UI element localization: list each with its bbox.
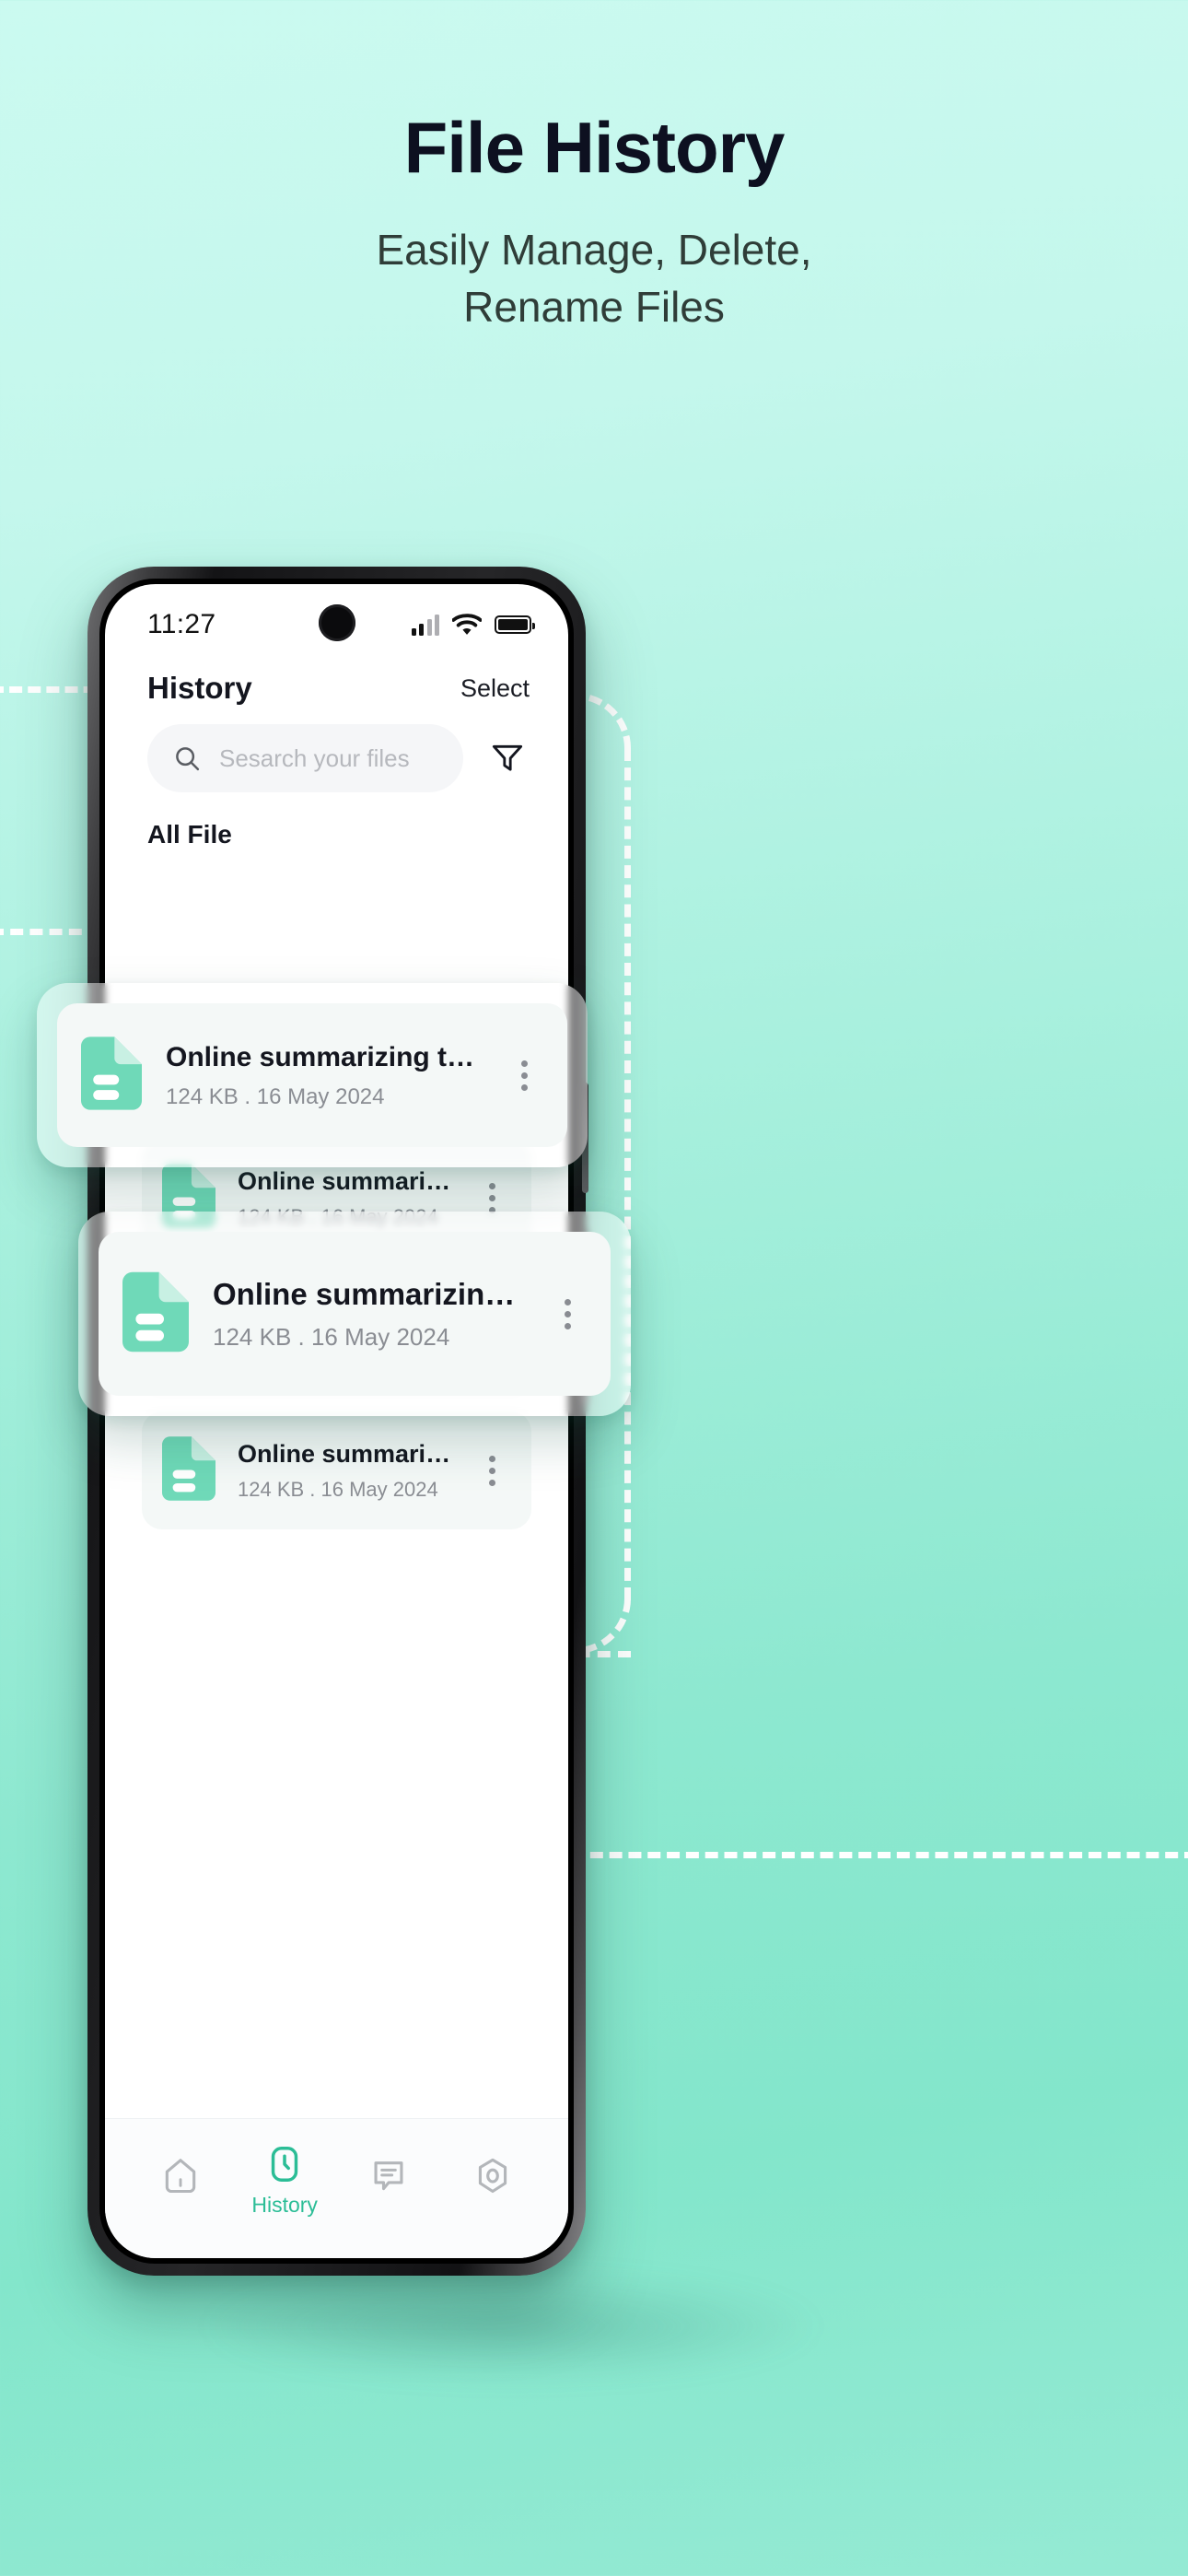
status-icons <box>411 614 535 636</box>
more-vertical-icon[interactable] <box>508 1060 540 1091</box>
status-time: 11:27 <box>147 609 216 639</box>
front-camera-punch-hole <box>318 604 355 641</box>
nav-item-chat[interactable] <box>339 2156 438 2205</box>
page-subtitle: Easily Manage, Delete, Rename Files <box>0 221 1188 335</box>
file-meta: 124 KB . 16 May 2024 <box>166 1083 385 1109</box>
bottom-navigation-bar: History <box>105 2118 568 2258</box>
screen-title: History <box>147 671 252 705</box>
more-vertical-icon[interactable] <box>476 1455 507 1486</box>
page-subtitle-line-2: Rename Files <box>463 282 725 331</box>
wifi-icon <box>452 614 482 635</box>
phone-screen: 11:27 History Select Sesarch your files … <box>105 584 568 2258</box>
file-list: Online summarizing tools are.. 124 KB . … <box>105 849 568 1529</box>
phone-bezel: 11:27 History Select Sesarch your files … <box>99 579 574 2264</box>
section-label: All File <box>147 820 232 849</box>
page-title: File History <box>403 107 786 188</box>
settings-gear-icon <box>478 2158 507 2194</box>
search-input-container[interactable]: Sesarch your files <box>147 724 463 792</box>
search-row: Sesarch your files <box>105 706 568 792</box>
document-icon <box>122 1271 189 1357</box>
cellular-signal-icon <box>411 614 439 636</box>
search-icon <box>176 747 200 771</box>
dashed-guide-right-horizontal-bottom <box>571 1852 1188 1858</box>
search-input[interactable]: Sesarch your files <box>219 744 410 773</box>
file-name: Online summarizing tools are.. <box>166 1041 484 1072</box>
file-name: Online summarizing tools are.. <box>238 1167 454 1196</box>
document-icon <box>162 1435 215 1505</box>
document-icon <box>81 1036 142 1115</box>
dashed-guide-left-middle <box>0 929 101 935</box>
dashed-guide-right-vertical <box>624 748 631 1600</box>
file-name: Online summarizing tools are.. <box>238 1440 454 1469</box>
floating-file-card[interactable]: Online summarizing tools are.. 124 KB . … <box>78 1212 631 1416</box>
nav-item-history[interactable]: History <box>235 2144 334 2218</box>
chat-icon <box>374 2161 403 2191</box>
history-clock-icon <box>271 2146 298 2182</box>
nav-item-home[interactable] <box>131 2156 230 2205</box>
file-meta: 124 KB . 16 May 2024 <box>213 1322 450 1351</box>
page-subtitle-line-1: Easily Manage, Delete, <box>376 225 812 274</box>
more-vertical-icon[interactable] <box>476 1182 507 1213</box>
home-icon <box>166 2159 196 2194</box>
app-header: History Select <box>105 656 568 706</box>
phone-mockup: 11:27 History Select Sesarch your files … <box>87 567 588 2276</box>
battery-icon <box>495 615 535 634</box>
nav-label-history: History <box>251 2192 318 2217</box>
file-meta: 124 KB . 16 May 2024 <box>238 1477 438 1501</box>
select-button[interactable]: Select <box>460 674 530 703</box>
nav-item-settings[interactable] <box>443 2156 542 2205</box>
filter-button[interactable] <box>483 740 531 777</box>
floating-file-card[interactable]: Online summarizing tools are.. 124 KB . … <box>37 983 588 1167</box>
promo-text-block: File History Easily Manage, Delete, Rena… <box>0 0 1188 335</box>
filter-icon <box>492 744 523 771</box>
more-vertical-icon[interactable] <box>552 1298 583 1329</box>
phone-drop-shadow <box>198 2271 824 2382</box>
status-bar: 11:27 <box>105 584 568 656</box>
table-row[interactable]: Online summarizing tools are.. 124 KB . … <box>142 1411 531 1529</box>
file-name: Online summarizing tools are.. <box>213 1277 528 1312</box>
